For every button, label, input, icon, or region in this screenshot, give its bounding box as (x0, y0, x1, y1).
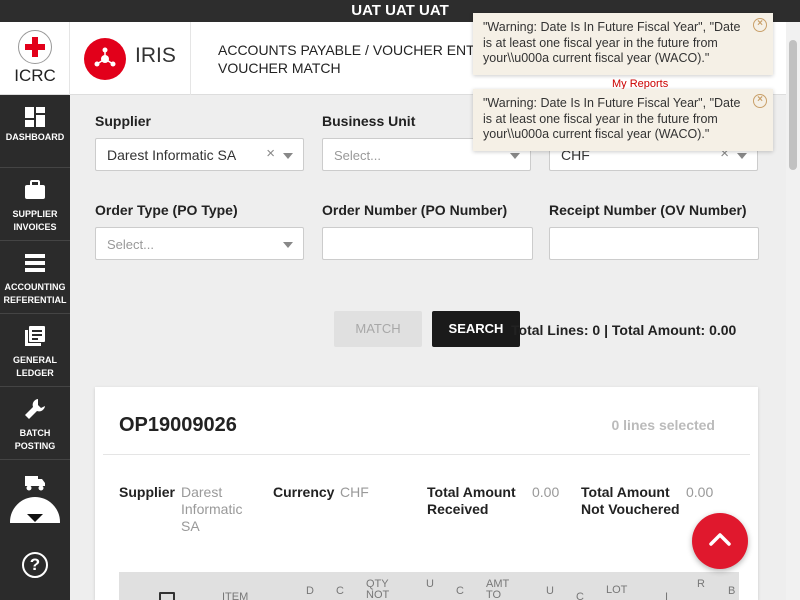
card-supplier-value: Darest Informatic SA (181, 484, 243, 534)
briefcase-icon (25, 180, 45, 199)
search-button[interactable]: SEARCH (432, 311, 520, 347)
iris-logo-icon[interactable] (84, 38, 126, 80)
total-received-value: 0.00 (532, 484, 560, 500)
sidebar-item-label: BATCH POSTING (14, 428, 56, 451)
column-header[interactable]: C (576, 592, 584, 600)
sidebar-item-general-ledger[interactable]: GENERAL LEDGER (0, 314, 70, 387)
match-button[interactable]: MATCH (334, 311, 422, 347)
close-icon[interactable]: × (753, 18, 767, 32)
order-type-select[interactable]: Select... (95, 227, 304, 260)
column-header[interactable]: B (728, 586, 735, 597)
order-number-title: OP19009026 (119, 414, 237, 436)
chevron-down-icon[interactable] (737, 153, 747, 159)
column-header[interactable]: R (697, 579, 705, 590)
card-supplier-label: Supplier (119, 484, 176, 500)
supplier-label: Supplier (95, 113, 152, 129)
header-divider (190, 22, 191, 95)
sidebar: DASHBOARD SUPPLIER INVOICES ACCOUNTING REF… (0, 95, 70, 600)
column-header[interactable]: D (306, 586, 314, 597)
dashboard-icon (25, 107, 45, 127)
breadcrumb-current: VOUCHER MATCH (218, 60, 341, 76)
red-cross-emblem-icon (18, 30, 52, 64)
sidebar-item-dashboard[interactable]: DASHBOARD (0, 95, 70, 168)
org-name: ICRC (14, 66, 56, 85)
card-currency-label: Currency (273, 484, 335, 500)
business-unit-placeholder: Select... (334, 148, 381, 163)
chevron-down-icon[interactable] (510, 153, 520, 159)
column-header[interactable]: LOT (606, 585, 627, 596)
column-header[interactable]: C (456, 586, 464, 597)
sidebar-item-supplier-invoices[interactable]: SUPPLIER INVOICES (0, 168, 70, 241)
column-header[interactable]: C (336, 586, 344, 597)
supplier-select[interactable]: Darest Informatic SA × (95, 138, 304, 171)
breadcrumb-path[interactable]: ACCOUNTS PAYABLE / VOUCHER ENT (218, 41, 478, 59)
breadcrumb: ACCOUNTS PAYABLE / VOUCHER ENT VOUCHER M… (218, 41, 478, 77)
clear-icon[interactable]: × (266, 145, 275, 162)
icrc-logo[interactable]: ICRC (0, 22, 70, 95)
warning-toast: "Warning: Date Is In Future Fiscal Year"… (473, 89, 773, 151)
toast-message: "Warning: Date Is In Future Fiscal Year"… (483, 96, 741, 141)
sidebar-item-label: DASHBOARD (5, 132, 65, 142)
sidebar-item-accounting-referential[interactable]: ACCOUNTING REFERENTIAL (0, 241, 70, 314)
truck-icon (25, 476, 45, 491)
chevron-down-icon[interactable] (283, 242, 293, 248)
app-name: IRIS (135, 44, 176, 67)
card-currency-value: CHF (340, 484, 369, 500)
total-not-vouchered-label: Total Amount Not Vouchered (581, 484, 680, 517)
list-icon (25, 254, 45, 272)
business-unit-label: Business Unit (322, 113, 416, 129)
column-header[interactable]: QTY NOT (366, 579, 406, 600)
lines-selected-count: 0 lines selected (611, 417, 715, 433)
receipt-number-label: Receipt Number (OV Number) (549, 202, 747, 218)
page-scrollbar[interactable] (786, 22, 800, 600)
chevron-down-icon[interactable] (283, 153, 293, 159)
toast-message: "Warning: Date Is In Future Fiscal Year"… (483, 20, 741, 65)
warning-toast: "Warning: Date Is In Future Fiscal Year"… (473, 13, 773, 75)
sidebar-item-batch-posting[interactable]: BATCH POSTING (0, 387, 70, 460)
sidebar-collapse-button[interactable] (6, 497, 64, 551)
order-card: OP19009026 0 lines selected Supplier Dar… (95, 387, 758, 600)
column-header[interactable]: ITEM (222, 592, 248, 600)
chevron-up-icon (709, 533, 731, 546)
sidebar-item-label: SUPPLIER INVOICES (12, 209, 58, 232)
order-number-input[interactable] (322, 227, 533, 260)
order-number-label: Order Number (PO Number) (322, 202, 508, 218)
scroll-to-top-button[interactable] (692, 513, 748, 569)
sidebar-item-label: ACCOUNTING REFERENTIAL (3, 282, 67, 305)
divider (103, 454, 750, 455)
column-header[interactable]: I (665, 592, 668, 600)
help-icon[interactable]: ? (22, 552, 48, 578)
wrench-icon (25, 399, 45, 419)
sidebar-item-label: GENERAL LEDGER (12, 355, 57, 378)
total-received-label: Total Amount Received (427, 484, 516, 517)
scrollbar-thumb[interactable] (789, 40, 797, 170)
order-type-label: Order Type (PO Type) (95, 202, 238, 218)
totals-summary: Total Lines: 0 | Total Amount: 0.00 (511, 322, 737, 338)
close-icon[interactable]: × (753, 94, 767, 108)
column-header[interactable]: U (426, 579, 434, 590)
total-not-vouchered-value: 0.00 (686, 484, 714, 500)
column-header[interactable]: AMT TO (486, 579, 526, 600)
receipt-number-input[interactable] (549, 227, 759, 260)
order-type-placeholder: Select... (107, 237, 154, 252)
select-all-checkbox[interactable] (159, 592, 175, 600)
lines-table-header: ITEM D C QTY NOT U C AMT TO U C LOT I R … (119, 572, 739, 600)
ledger-icon (25, 326, 45, 346)
column-header[interactable]: U (546, 586, 554, 597)
supplier-value: Darest Informatic SA (107, 147, 237, 163)
